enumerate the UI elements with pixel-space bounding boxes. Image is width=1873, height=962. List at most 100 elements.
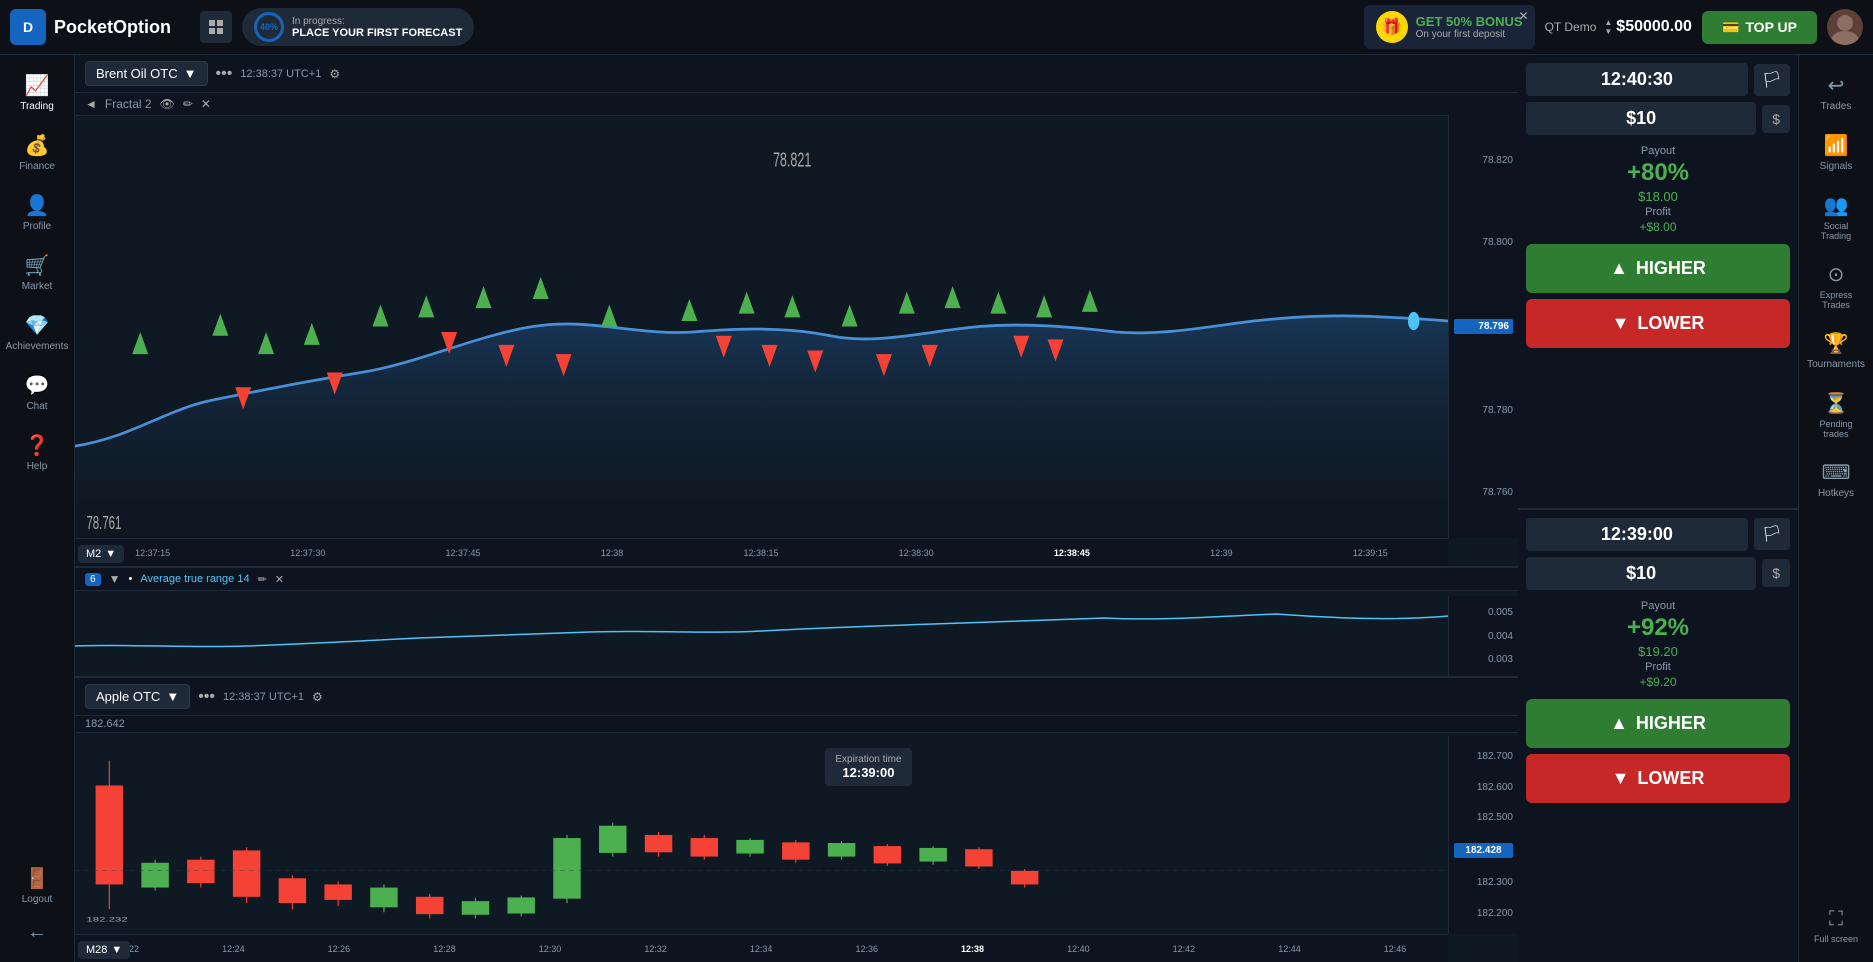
indicator-edit-icon[interactable]: ✏ bbox=[183, 97, 193, 111]
sidebar-item-trading[interactable]: 📈 Trading bbox=[5, 65, 70, 120]
bonus-close-button[interactable]: ✕ bbox=[1519, 9, 1529, 23]
trade1-payout-label: Payout bbox=[1641, 145, 1675, 157]
progress-badge: 40% In progress: PLACE YOUR FIRST FORECA… bbox=[242, 8, 474, 46]
sidebar-item-chat[interactable]: 💬 Chat bbox=[5, 365, 70, 420]
sidebar-item-logout[interactable]: 🚪 Logout bbox=[5, 858, 70, 913]
trade2-currency-btn[interactable]: $ bbox=[1762, 559, 1790, 587]
trade2-profit-amount: +$9.20 bbox=[1639, 675, 1676, 689]
sidebar-item-signals[interactable]: 📶 Signals bbox=[1804, 125, 1869, 180]
atr-collapse-btn[interactable]: ▼ bbox=[109, 572, 121, 586]
chart2-more-button[interactable]: ••• bbox=[198, 688, 215, 706]
sidebar-item-finance[interactable]: 💰 Finance bbox=[5, 125, 70, 180]
sidebar-item-express-trades[interactable]: ⊙ Express Trades bbox=[1804, 254, 1869, 318]
pending-trades-label: Pending trades bbox=[1809, 419, 1864, 439]
trade1-lower-btn[interactable]: ▼ LOWER bbox=[1526, 299, 1790, 348]
achievements-icon: 💎 bbox=[25, 313, 50, 338]
chart2-dropdown-arrow: ▼ bbox=[166, 689, 179, 704]
topup-button[interactable]: 💳 TOP UP bbox=[1702, 11, 1817, 44]
chart1-panel: Brent Oil OTC ▼ ••• 12:38:37 UTC+1 ⚙ ◄ F… bbox=[75, 55, 1518, 568]
atr-svg bbox=[75, 596, 1448, 676]
trade1-currency-btn[interactable]: $ bbox=[1762, 105, 1790, 133]
indicator-visibility-icon[interactable]: 👁 bbox=[160, 97, 175, 111]
ch2-t13: 12:46 bbox=[1384, 944, 1407, 954]
sidebar-item-fullscreen[interactable]: ⛶ Full screen bbox=[1804, 900, 1869, 952]
atr-dot: • bbox=[128, 573, 132, 585]
social-trading-label: Social Trading bbox=[1809, 221, 1864, 241]
chart1-toolbar: Brent Oil OTC ▼ ••• 12:38:37 UTC+1 ⚙ bbox=[75, 55, 1518, 93]
bonus-sub: On your first deposit bbox=[1416, 29, 1523, 40]
topup-label: TOP UP bbox=[1745, 19, 1797, 35]
sidebar-item-achievements[interactable]: 💎 Achievements bbox=[5, 305, 70, 360]
timeframe-arrow: ▼ bbox=[105, 548, 116, 560]
help-icon: ❓ bbox=[25, 433, 50, 458]
trade2-flag-btn[interactable]: 🏳 bbox=[1754, 518, 1790, 550]
chart1-timeinfo: 12:38:37 UTC+1 bbox=[240, 68, 321, 80]
atr-delete-icon[interactable]: ✕ bbox=[275, 573, 284, 586]
sidebar-item-social-trading[interactable]: 👥 Social Trading bbox=[1804, 185, 1869, 249]
chart1-asset-selector[interactable]: Brent Oil OTC ▼ bbox=[85, 61, 208, 86]
sidebar-item-hotkeys[interactable]: ⌨ Hotkeys bbox=[1804, 452, 1869, 507]
sidebar-item-profile[interactable]: 👤 Profile bbox=[5, 185, 70, 240]
svg-text:78.761: 78.761 bbox=[86, 513, 121, 533]
time5: 12:38:15 bbox=[743, 548, 778, 558]
chart2-price-info: 182.642 bbox=[75, 716, 1518, 733]
price-label-3: 78.780 bbox=[1454, 405, 1513, 416]
trade-panel-1: 12:40:30 🏳 $10 $ Payout +80% $18.00 Prof… bbox=[1518, 55, 1798, 510]
sidebar-item-arrow[interactable]: ← bbox=[5, 913, 70, 952]
grid-button[interactable] bbox=[200, 11, 232, 43]
indicator-delete-icon[interactable]: ✕ bbox=[201, 97, 211, 111]
sidebar-item-market[interactable]: 🛒 Market bbox=[5, 245, 70, 300]
tournaments-label: Tournaments bbox=[1807, 359, 1865, 370]
chart1-price-scale: 78.820 78.800 78.796 78.780 78.760 bbox=[1448, 115, 1518, 538]
chart2-toolbar: Apple OTC ▼ ••• 12:38:37 UTC+1 ⚙ bbox=[75, 678, 1518, 716]
atr-badge: 6 bbox=[85, 573, 101, 586]
trade2-currency: $ bbox=[1772, 565, 1780, 581]
logout-label: Logout bbox=[22, 894, 53, 905]
chart2-settings-icon[interactable]: ⚙ bbox=[312, 690, 323, 704]
profile-label: Profile bbox=[23, 221, 51, 232]
expiration-label: Expiration time bbox=[835, 754, 901, 765]
sidebar-right: ↩ Trades 📶 Signals 👥 Social Trading ⊙ Ex… bbox=[1798, 55, 1873, 962]
trade1-flag-btn[interactable]: 🏳 bbox=[1754, 64, 1790, 96]
trade1-higher-btn[interactable]: ▲ HIGHER bbox=[1526, 244, 1790, 293]
trade2-time-row: 12:39:00 🏳 bbox=[1526, 518, 1790, 551]
atr-canvas bbox=[75, 596, 1448, 676]
progress-pct: 40% bbox=[260, 22, 278, 32]
trade1-amount[interactable]: $10 bbox=[1526, 102, 1756, 135]
sidebar-item-pending-trades[interactable]: ⏳ Pending trades bbox=[1804, 383, 1869, 447]
time1: 12:37:15 bbox=[135, 548, 170, 558]
trade2-profit-label: Profit bbox=[1645, 661, 1671, 673]
chart2-timeframe-btn[interactable]: M28 ▼ bbox=[78, 941, 130, 959]
trade2-higher-btn[interactable]: ▲ HIGHER bbox=[1526, 699, 1790, 748]
indicator-collapse-btn[interactable]: ◄ bbox=[85, 97, 97, 111]
chart2-current-value: 182.642 bbox=[85, 718, 125, 730]
chart2-panel: Apple OTC ▼ ••• 12:38:37 UTC+1 ⚙ 182.642 bbox=[75, 678, 1518, 962]
chart1-more-button[interactable]: ••• bbox=[216, 65, 233, 83]
sidebar-item-help[interactable]: ❓ Help bbox=[5, 425, 70, 480]
atr-price-3: 0.003 bbox=[1454, 654, 1513, 665]
chart2-asset-selector[interactable]: Apple OTC ▼ bbox=[85, 684, 190, 709]
trades-label: Trades bbox=[1821, 101, 1852, 112]
trading-label: Trading bbox=[20, 101, 54, 112]
ch2-t12: 12:44 bbox=[1278, 944, 1301, 954]
time2: 12:37:30 bbox=[290, 548, 325, 558]
chart2-asset-name: Apple OTC bbox=[96, 689, 160, 704]
sidebar-item-tournaments[interactable]: 🏆 Tournaments bbox=[1804, 323, 1869, 378]
sidebar-item-trades[interactable]: ↩ Trades bbox=[1804, 65, 1869, 120]
avatar[interactable] bbox=[1827, 9, 1863, 45]
progress-value: PLACE YOUR FIRST FORECAST bbox=[292, 27, 462, 39]
achievements-label: Achievements bbox=[6, 341, 69, 352]
trade2-amount[interactable]: $10 bbox=[1526, 557, 1756, 590]
expiration-tooltip: Expiration time 12:39:00 bbox=[825, 748, 911, 786]
chart1-settings-icon[interactable]: ⚙ bbox=[329, 67, 340, 81]
progress-circle: 40% bbox=[254, 12, 284, 42]
chart2-p1: 182.700 bbox=[1454, 751, 1513, 762]
timeframe-btn[interactable]: M2 ▼ bbox=[78, 545, 124, 563]
ch2-t4: 12:28 bbox=[433, 944, 456, 954]
trade1-time: 12:40:30 bbox=[1526, 63, 1748, 96]
logo: D PocketOption bbox=[10, 9, 190, 45]
trade2-payout-percent: +92% bbox=[1627, 614, 1689, 642]
atr-edit-icon[interactable]: ✏ bbox=[258, 573, 267, 586]
trade1-amount-row: $10 $ bbox=[1526, 102, 1790, 135]
trade2-lower-btn[interactable]: ▼ LOWER bbox=[1526, 754, 1790, 803]
